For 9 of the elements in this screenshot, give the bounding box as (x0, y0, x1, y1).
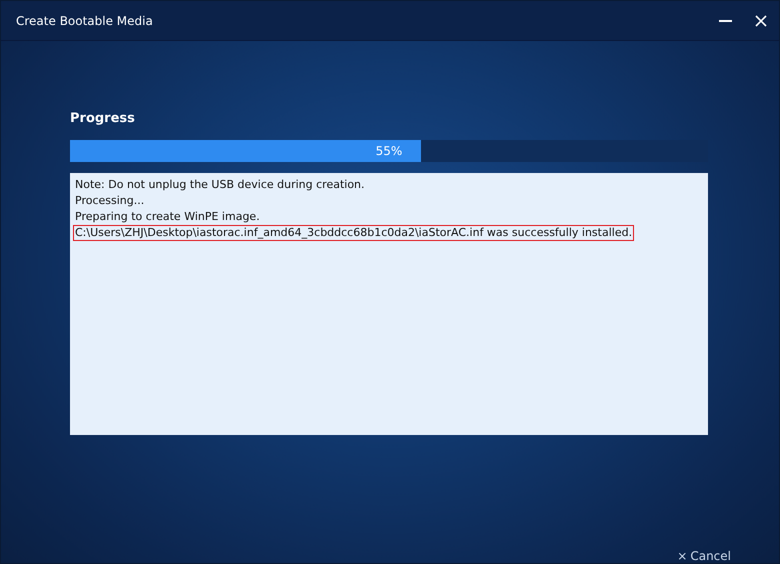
progress-reading: 55% (376, 144, 402, 158)
cancel-button[interactable]: × Cancel (677, 549, 731, 563)
log-line: Note: Do not unplug the USB device during creation. (74, 177, 366, 193)
log-line: Preparing to create WinPE image. (74, 209, 261, 225)
progress-title: Progress (70, 111, 136, 126)
window-title: Create Bootable Media (16, 14, 154, 28)
log-line: Processing... (74, 193, 146, 209)
minimize-icon (718, 19, 732, 22)
close-icon (755, 14, 767, 26)
